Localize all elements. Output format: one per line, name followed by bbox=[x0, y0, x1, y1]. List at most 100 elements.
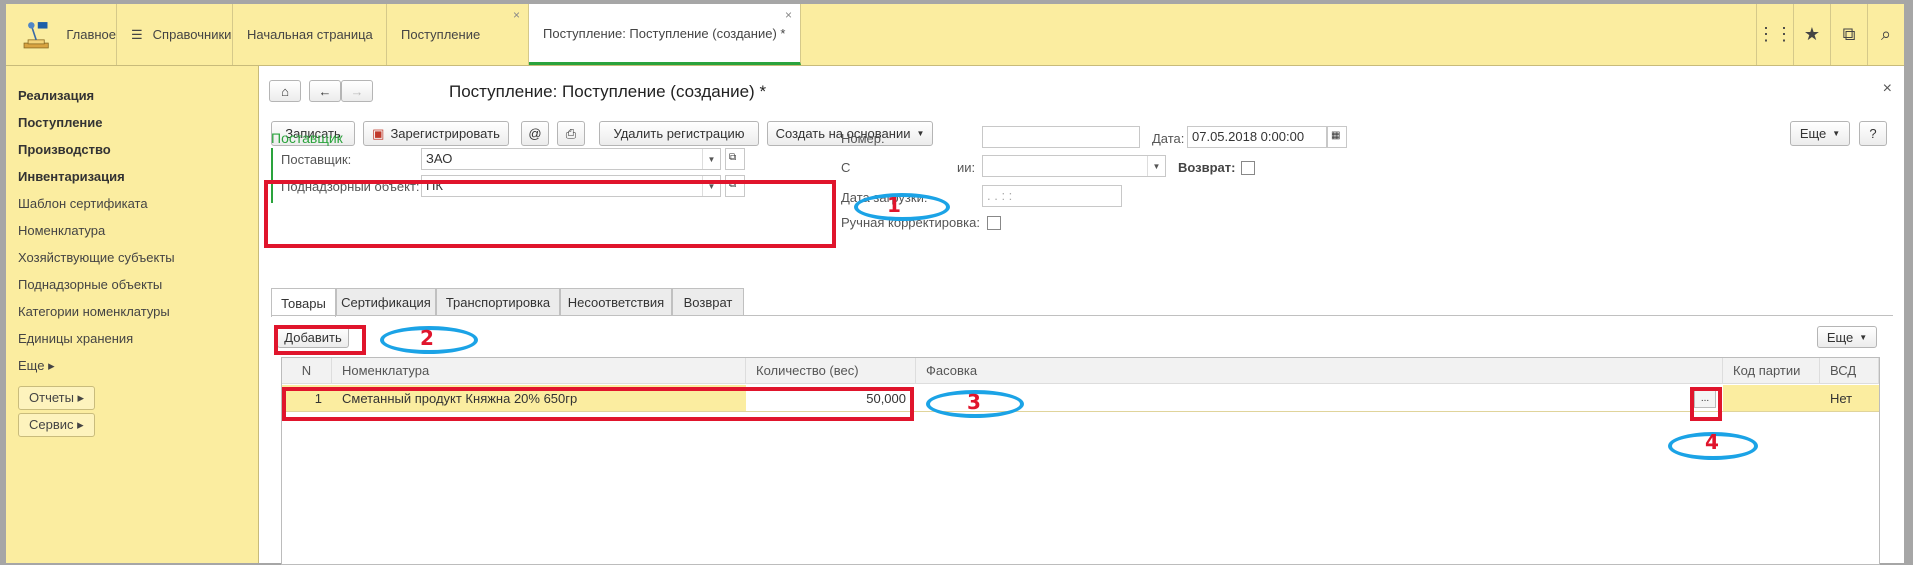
sidebar-item-certificate-template[interactable]: Шаблон сертификата bbox=[18, 196, 148, 211]
column-header-packing[interactable]: Фасовка bbox=[916, 358, 1723, 384]
desk-lamp-logo-icon bbox=[23, 21, 49, 48]
sidebar-item-storage-units[interactable]: Единицы хранения bbox=[18, 331, 133, 346]
top-tabbar: Главное ☰ Справочники Начальная страница… bbox=[6, 4, 1904, 66]
sidebar-item-receipts[interactable]: Поступление bbox=[18, 115, 103, 130]
date-field[interactable]: 07.05.2018 0:00:00 bbox=[1187, 126, 1327, 148]
back-button[interactable]: ← bbox=[309, 80, 341, 102]
apps-grid-icon[interactable]: ⋮⋮ bbox=[1756, 4, 1793, 65]
column-header-n[interactable]: N bbox=[282, 358, 332, 384]
row-packing[interactable] bbox=[916, 385, 1723, 411]
row-vsd[interactable]: Нет bbox=[1820, 385, 1879, 411]
service-button[interactable]: Сервис ▸ bbox=[18, 413, 95, 437]
chevron-down-icon: ▼ bbox=[1859, 332, 1868, 342]
sidebar-item-supervised-objects[interactable]: Поднадзорные объекты bbox=[18, 277, 162, 292]
sidebar-item-nomenclature[interactable]: Номенклатура bbox=[18, 223, 105, 238]
annotation-number-1: 1 bbox=[887, 193, 901, 217]
sidebar-item-nomenclature-categories[interactable]: Категории номенклатуры bbox=[18, 304, 170, 319]
more-button[interactable]: Еще ▼ bbox=[1790, 121, 1850, 146]
open-icon[interactable]: ⧉ bbox=[725, 148, 745, 170]
sidebar-item-sales[interactable]: Реализация bbox=[18, 88, 94, 103]
sidebar: Реализация Поступление Производство Инве… bbox=[6, 66, 259, 563]
print-button[interactable]: ⎙ bbox=[557, 121, 585, 146]
sidebar-item-production[interactable]: Производство bbox=[18, 142, 111, 157]
tab-receipts[interactable]: Поступление × bbox=[387, 4, 529, 65]
register-label: Зарегистрировать bbox=[390, 126, 500, 141]
tab-transportation[interactable]: Транспортировка bbox=[436, 288, 560, 315]
number-field[interactable] bbox=[982, 126, 1140, 148]
partial-field[interactable]: ▼ bbox=[982, 155, 1166, 177]
annotation-ellipse-1 bbox=[854, 193, 950, 221]
column-header-nomenclature[interactable]: Номенклатура bbox=[332, 358, 746, 384]
app-window: Главное ☰ Справочники Начальная страница… bbox=[0, 0, 1913, 565]
sidebar-item-more[interactable]: Еще ▸ bbox=[18, 358, 55, 374]
column-header-vsd[interactable]: ВСД bbox=[1820, 358, 1879, 384]
email-button[interactable]: @ bbox=[521, 121, 549, 146]
load-date-field[interactable]: . . : : bbox=[982, 185, 1122, 207]
top-right-toolbar: ⋮⋮ ★ ⧉ ⌕ bbox=[1756, 4, 1904, 65]
chevron-down-icon: ▼ bbox=[916, 129, 925, 138]
return-label: Возврат: bbox=[1178, 160, 1236, 175]
supplier-section-title: Поставщик bbox=[271, 130, 343, 146]
register-icon: ▣ bbox=[372, 125, 385, 141]
close-form-icon[interactable]: × bbox=[1883, 80, 1892, 98]
table-more-label: Еще bbox=[1826, 329, 1854, 345]
sidebar-item-inventory[interactable]: Инвентаризация bbox=[18, 169, 125, 184]
table-more-button[interactable]: Еще ▼ bbox=[1817, 326, 1877, 348]
tab-start-page[interactable]: Начальная страница bbox=[233, 4, 387, 65]
column-header-quantity[interactable]: Количество (вес) bbox=[746, 358, 916, 384]
close-icon[interactable]: × bbox=[513, 8, 520, 22]
chevron-down-icon[interactable]: ▼ bbox=[1147, 156, 1165, 176]
calendar-icon[interactable]: ▦ bbox=[1327, 126, 1347, 148]
tab-references-label: Справочники bbox=[152, 27, 232, 42]
reports-button[interactable]: Отчеты ▸ bbox=[18, 386, 96, 410]
home-icon: ⌂ bbox=[281, 83, 289, 99]
partial-label-left: С bbox=[841, 160, 851, 175]
number-label: Номер: bbox=[841, 131, 885, 146]
manual-correction-checkbox[interactable] bbox=[987, 216, 1001, 230]
tab-references[interactable]: ☰ Справочники bbox=[117, 4, 233, 65]
printer-icon: ⎙ bbox=[565, 125, 577, 141]
highlight-box-add bbox=[274, 325, 366, 355]
close-icon[interactable]: × bbox=[785, 8, 792, 22]
tab-receipt-create-label: Поступление: Поступление (создание) * bbox=[543, 25, 786, 41]
annotation-number-4: 4 bbox=[1705, 430, 1719, 454]
tab-start-page-label: Начальная страница bbox=[247, 27, 373, 42]
partial-label-right: ии: bbox=[957, 160, 976, 175]
date-label: Дата: bbox=[1152, 131, 1185, 146]
return-checkbox[interactable] bbox=[1241, 161, 1255, 175]
arrow-left-icon: ← bbox=[318, 83, 332, 99]
tab-certification[interactable]: Сертификация bbox=[336, 288, 436, 315]
page-title: Поступление: Поступление (создание) * bbox=[449, 82, 767, 101]
row-lot-code[interactable] bbox=[1723, 385, 1820, 411]
highlight-box-supplier bbox=[264, 180, 836, 248]
chevron-down-icon: ▼ bbox=[1832, 129, 1841, 138]
tab-goods[interactable]: Товары bbox=[271, 288, 336, 317]
tab-receipts-label: Поступление bbox=[401, 27, 481, 42]
column-header-lot-code[interactable]: Код партии bbox=[1723, 358, 1820, 384]
tab-main[interactable]: Главное bbox=[6, 4, 117, 65]
delete-registration-button[interactable]: Удалить регистрацию bbox=[599, 121, 759, 146]
tab-return[interactable]: Возврат bbox=[672, 288, 744, 315]
more-label: Еще bbox=[1799, 126, 1827, 141]
chevron-down-icon[interactable]: ▼ bbox=[702, 149, 720, 169]
help-button[interactable]: ? bbox=[1859, 121, 1887, 146]
tabs-divider bbox=[271, 315, 1893, 316]
list-icon: ☰ bbox=[131, 26, 143, 42]
tab-main-label: Главное bbox=[66, 27, 116, 42]
supplier-field[interactable]: ЗАО ▼ bbox=[421, 148, 721, 170]
arrow-right-icon: → bbox=[350, 83, 364, 99]
home-button[interactable]: ⌂ bbox=[269, 80, 301, 102]
supplier-value: ЗАО bbox=[426, 151, 453, 166]
register-button[interactable]: ▣ Зарегистрировать bbox=[363, 121, 509, 146]
highlight-box-picker bbox=[1690, 387, 1722, 421]
highlight-box-row bbox=[282, 387, 914, 421]
forward-button[interactable]: → bbox=[341, 80, 373, 102]
sidebar-item-business-entities[interactable]: Хозяйствующие субъекты bbox=[18, 250, 175, 265]
history-icon[interactable]: ⧉ bbox=[1830, 4, 1867, 65]
search-icon[interactable]: ⌕ bbox=[1867, 4, 1904, 65]
tab-nonconformities[interactable]: Несоответствия bbox=[560, 288, 672, 315]
tab-receipt-create[interactable]: Поступление: Поступление (создание) * × bbox=[529, 4, 801, 65]
annotation-number-2: 2 bbox=[420, 326, 434, 350]
supplier-label: Поставщик: bbox=[281, 152, 352, 167]
star-icon[interactable]: ★ bbox=[1793, 4, 1830, 65]
